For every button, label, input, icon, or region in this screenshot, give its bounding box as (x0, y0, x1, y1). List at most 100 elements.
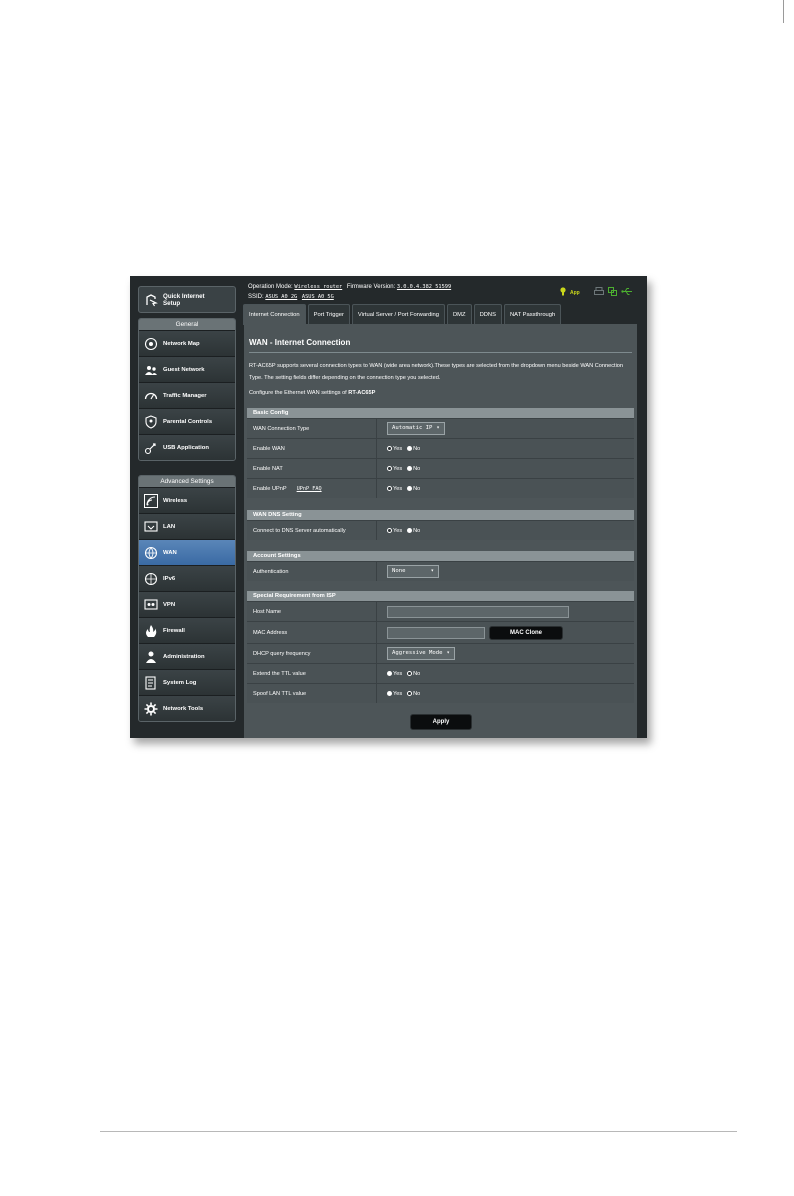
radio-label: No (413, 485, 421, 492)
sidebar-item-network-map[interactable]: Network Map (139, 330, 235, 356)
enable-nat-no-radio[interactable]: No (407, 466, 420, 472)
radio-selected-icon (407, 691, 413, 696)
enable-upnp-no-radio[interactable]: No (407, 486, 420, 492)
enable-wan-no-radio[interactable]: No (407, 446, 420, 452)
configure-prefix: Configure the Ethernet WAN settings of (249, 390, 347, 396)
usb-status-icon[interactable] (621, 287, 633, 298)
tab-nat-passthrough[interactable]: NAT Passthrough (504, 304, 562, 325)
sidebar-item-label: Guest Network (163, 366, 205, 373)
page-description: RT-AC65P supports several connection typ… (249, 363, 624, 381)
ssid-label: SSID: (248, 294, 264, 300)
traffic-manager-icon (144, 389, 158, 403)
radio-selected-icon (387, 466, 392, 471)
sidebar-item-wireless[interactable]: Wireless (139, 487, 235, 513)
tab-virtual-server[interactable]: Virtual Server / Port Forwarding (351, 304, 445, 325)
enable-upnp-label: Enable UPnP (253, 485, 287, 492)
authentication-select[interactable]: None ▾ (387, 565, 439, 578)
sidebar-item-label: VPN (163, 601, 176, 608)
spoof-ttl-no-radio[interactable]: No (407, 691, 420, 697)
enable-upnp-row: Enable UPnP UPnP FAQ Yes No (247, 478, 634, 498)
sidebar-item-network-tools[interactable]: Network Tools (139, 695, 235, 721)
extend-ttl-row: Extend the TTL value Yes No (247, 663, 634, 683)
main-content: WAN - Internet Connection RT-AC65P suppo… (244, 324, 637, 738)
sidebar-item-system-log[interactable]: System Log (139, 669, 235, 695)
sidebar-item-traffic-manager[interactable]: Traffic Manager (139, 382, 235, 408)
mac-address-input[interactable] (387, 626, 485, 639)
lan-icon (144, 520, 158, 534)
sidebar-item-administration[interactable]: Administration (139, 643, 235, 669)
page-footer-line (100, 1131, 737, 1132)
sidebar-item-parental-controls[interactable]: Parental Controls (139, 408, 235, 434)
spoof-ttl-yes-radio[interactable]: Yes (387, 691, 402, 697)
app-label[interactable]: App (570, 290, 580, 296)
chevron-down-icon: ▾ (446, 650, 450, 656)
status-bar: Operation Mode: Wireless router Firmware… (248, 282, 451, 302)
ssid-2g-link[interactable]: ASUS_A0_2G (265, 294, 297, 300)
authentication-label: Authentication (247, 562, 377, 581)
sidebar-item-lan[interactable]: LAN (139, 513, 235, 539)
sidebar-item-guest-network[interactable]: Guest Network (139, 356, 235, 382)
host-name-label: Host Name (247, 602, 377, 621)
tab-dmz[interactable]: DMZ (447, 304, 472, 325)
connect-dns-no-radio[interactable]: No (407, 528, 420, 534)
radio-label: No (413, 445, 421, 452)
router-admin-screenshot: Quick Internet Setup General Network Map… (130, 276, 647, 738)
enable-wan-yes-radio[interactable]: Yes (387, 446, 402, 452)
sidebar-item-label: Traffic Manager (163, 392, 207, 399)
radio-label: No (413, 670, 421, 677)
radio-label: Yes (393, 465, 403, 472)
authentication-row: Authentication None ▾ (247, 561, 634, 581)
tab-internet-connection[interactable]: Internet Connection (243, 304, 306, 325)
radio-label: Yes (393, 485, 403, 492)
radio-unselected-icon (387, 671, 392, 676)
wan-connection-type-row: WAN Connection Type Automatic IP ▾ (247, 418, 634, 438)
tab-bar: Internet Connection Port Trigger Virtual… (243, 304, 562, 325)
apply-button[interactable]: Apply (410, 714, 472, 730)
spoof-ttl-row: Spoof LAN TTL value Yes No (247, 683, 634, 703)
extend-ttl-no-radio[interactable]: No (407, 671, 420, 677)
firmware-label: Firmware Version: (346, 284, 396, 290)
sidebar-item-wan[interactable]: WAN (139, 539, 235, 565)
sidebar-item-ipv6[interactable]: IPv6 (139, 565, 235, 591)
system-log-icon (144, 675, 158, 690)
firmware-link[interactable]: 3.0.0.4.382_51599 (397, 284, 451, 290)
dhcp-query-frequency-value: Aggressive Mode (392, 650, 443, 656)
wan-connection-type-label: WAN Connection Type (247, 419, 377, 438)
operation-mode-link[interactable]: Wireless router (294, 284, 342, 290)
connect-dns-label: Connect to DNS Server automatically (247, 521, 377, 540)
sidebar-item-vpn[interactable]: VPN (139, 591, 235, 617)
mac-address-row: MAC Address MAC Clone (247, 621, 634, 643)
chevron-down-icon: ▾ (430, 568, 434, 574)
enable-nat-yes-radio[interactable]: Yes (387, 466, 402, 472)
sidebar-item-label: IPv6 (163, 575, 176, 582)
account-settings-group: Account Settings Authentication None ▾ (247, 551, 634, 581)
printer-icon[interactable] (593, 287, 604, 298)
radio-unselected-icon (407, 486, 413, 491)
page-title: WAN - Internet Connection (249, 338, 351, 347)
tab-ddns[interactable]: DDNS (473, 304, 502, 325)
app-bulb-icon[interactable] (560, 287, 566, 298)
extend-ttl-yes-radio[interactable]: Yes (387, 671, 402, 677)
network-status-icon[interactable] (607, 287, 617, 298)
chevron-down-icon: ▾ (436, 425, 440, 431)
ssid-5g-link[interactable]: ASUS_A0_5G (302, 294, 334, 300)
quick-internet-setup-button[interactable]: Quick Internet Setup (138, 286, 236, 313)
advanced-section: Advanced Settings Wireless LAN WAN IPv6 … (138, 475, 236, 722)
sidebar-item-label: Parental Controls (163, 418, 213, 425)
tab-port-trigger[interactable]: Port Trigger (307, 304, 350, 325)
radio-unselected-icon (407, 528, 413, 533)
enable-upnp-yes-radio[interactable]: Yes (387, 486, 402, 492)
dhcp-query-frequency-select[interactable]: Aggressive Mode ▾ (387, 647, 455, 660)
host-name-input[interactable] (387, 605, 569, 618)
wan-connection-type-select[interactable]: Automatic IP ▾ (387, 422, 445, 435)
mac-clone-button[interactable]: MAC Clone (489, 625, 563, 640)
upnp-faq-link[interactable]: UPnP FAQ (297, 486, 322, 492)
mac-address-label: MAC Address (247, 622, 377, 643)
connect-dns-yes-radio[interactable]: Yes (387, 528, 402, 534)
wan-icon (144, 546, 158, 560)
sidebar-item-usb-application[interactable]: USB Application (139, 434, 235, 460)
sidebar-item-firewall[interactable]: Firewall (139, 617, 235, 643)
sidebar-item-label: Network Map (163, 340, 200, 347)
status-icons: App (560, 287, 633, 298)
network-map-icon (144, 337, 158, 351)
